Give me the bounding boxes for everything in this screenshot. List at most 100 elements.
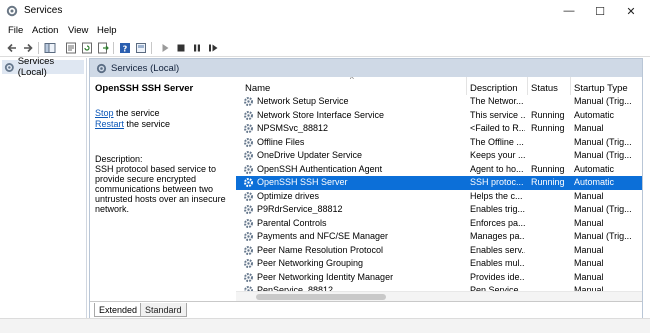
maximize-button[interactable]: ☐	[585, 0, 615, 22]
status-bar	[0, 318, 650, 333]
stop-service-icon[interactable]	[174, 41, 187, 54]
view-icon[interactable]	[134, 41, 147, 54]
cell-description: Keeps your ...	[470, 150, 525, 160]
services-app-icon	[6, 5, 18, 17]
cell-description: Enables trig...	[470, 204, 525, 214]
back-arrow-icon[interactable]	[5, 41, 18, 54]
tree-item-services-local[interactable]: Services (Local)	[2, 56, 84, 78]
menu-help[interactable]: Help	[97, 25, 117, 36]
cell-name: Optimize drives	[257, 190, 320, 201]
service-gear-icon	[244, 272, 253, 282]
stop-service-link[interactable]: Stop	[95, 108, 114, 118]
show-console-tree-icon[interactable]	[43, 41, 56, 54]
cell-description: <Failed to R...	[470, 123, 525, 133]
toolbar-separator	[38, 42, 39, 54]
restart-line: Restart the service	[95, 119, 231, 130]
services-list: ^ Name Description Status Startup Type N…	[236, 77, 642, 291]
export-list-icon[interactable]	[96, 41, 109, 54]
column-divider[interactable]	[466, 77, 467, 95]
cell-startup-type: Manual (Trig...	[574, 150, 632, 160]
cell-description: Manages pa...	[470, 231, 525, 241]
cell-name: Offline Files	[257, 136, 305, 147]
menu-file[interactable]: File	[8, 25, 23, 36]
cell-description: Enables mul...	[470, 258, 525, 268]
service-gear-icon	[244, 218, 253, 228]
table-row[interactable]: Optimize drives Helps the c... Manual	[236, 190, 642, 204]
column-divider[interactable]	[570, 77, 571, 95]
view-tabs: Extended Standard	[90, 301, 642, 318]
table-row[interactable]: NPSMSvc_88812 <Failed to R... Running Manua…	[236, 122, 642, 136]
scrollbar-thumb[interactable]	[256, 294, 386, 300]
forward-arrow-icon[interactable]	[21, 41, 34, 54]
service-gear-icon	[244, 259, 253, 268]
column-divider[interactable]	[527, 77, 528, 95]
cell-description: This service ...	[470, 109, 525, 120]
cell-name: Peer Networking Grouping	[257, 258, 364, 268]
table-row[interactable]: Payments and NFC/SE Manager Manages pa...…	[236, 230, 642, 244]
toolbar: ?	[0, 39, 650, 57]
column-header-row: ^ Name Description Status Startup Type	[236, 77, 642, 95]
table-row[interactable]: Peer Networking Grouping Enables mul... Ma…	[236, 257, 642, 271]
toolbar-separator	[151, 42, 152, 54]
minimize-button[interactable]: —	[554, 0, 584, 22]
cell-name: OpenSSH Authentication Agent	[257, 163, 383, 174]
service-gear-icon	[244, 97, 253, 106]
stop-line: Stop the service	[95, 108, 231, 119]
menu-bar: File Action View Help	[0, 22, 650, 39]
window-title: Services	[24, 5, 63, 16]
help-icon[interactable]: ?	[118, 41, 131, 54]
table-row[interactable]: OneDrive Updater Service Keeps your ... Ma…	[236, 149, 642, 163]
service-gear-icon	[244, 151, 253, 160]
restart-service-link[interactable]: Restart	[95, 119, 124, 129]
table-row[interactable]: Offline Files The Offline ... Manual (Trig…	[236, 136, 642, 150]
table-row[interactable]: P9RdrService_88812 Enables trig... Manual …	[236, 203, 642, 217]
services-main-pane: Services (Local) OpenSSH SSH Server Stop…	[89, 58, 643, 318]
table-row[interactable]: OpenSSH SSH Server SSH protoc... Running Au…	[236, 176, 642, 190]
table-row[interactable]: Network Store Interface Service This serv…	[236, 109, 642, 123]
start-service-icon[interactable]	[158, 41, 171, 54]
horizontal-scrollbar[interactable]	[236, 291, 642, 301]
description-block: Description: SSH protocol based service …	[95, 154, 231, 214]
table-row[interactable]: Parental Controls Enforces pa... Manual	[236, 217, 642, 231]
refresh-icon[interactable]	[80, 41, 93, 54]
svg-text:?: ?	[122, 44, 127, 53]
cell-status: Running	[531, 109, 565, 120]
cell-name: OpenSSH SSH Server	[257, 177, 348, 187]
table-row[interactable]: Peer Networking Identity Manager Provides…	[236, 271, 642, 285]
cell-name: OneDrive Updater Service	[257, 150, 363, 160]
toolbar-separator	[113, 42, 114, 54]
pause-service-icon[interactable]	[190, 41, 203, 54]
table-row[interactable]: Network Setup Service The Networ... Manual…	[236, 95, 642, 109]
table-row[interactable]: OpenSSH Authentication Agent Agent to ho.…	[236, 163, 642, 177]
restart-service-icon[interactable]	[206, 41, 219, 54]
pane-header: Services (Local)	[90, 59, 642, 77]
cell-name: Peer Name Resolution Protocol	[257, 244, 384, 255]
properties-icon[interactable]	[64, 41, 77, 54]
service-gear-icon	[244, 137, 253, 147]
column-header-startup-type[interactable]: Startup Type	[574, 83, 628, 94]
description-label: Description:	[95, 154, 143, 164]
cell-startup-type: Manual	[574, 217, 604, 228]
cell-startup-type: Manual (Trig...	[574, 136, 632, 147]
cell-description: Provides ide...	[470, 271, 525, 282]
table-row[interactable]: Peer Name Resolution Protocol Enables ser…	[236, 244, 642, 258]
cell-startup-type: Manual (Trig...	[574, 96, 632, 106]
service-gear-icon	[244, 245, 253, 255]
cell-startup-type: Automatic	[574, 177, 615, 187]
menu-action[interactable]: Action	[32, 25, 58, 36]
close-button[interactable]: ✕	[616, 0, 646, 22]
cell-name: Peer Networking Identity Manager	[257, 271, 394, 282]
table-row[interactable]: PenService_88812 Pen Service Manual	[236, 284, 642, 291]
column-header-name[interactable]: Name	[245, 83, 270, 94]
column-header-description[interactable]: Description	[470, 83, 518, 94]
service-gear-icon	[244, 124, 253, 133]
tab-standard[interactable]: Standard	[140, 303, 187, 317]
restart-suffix: the service	[124, 119, 171, 129]
service-details-panel: OpenSSH SSH Server Stop the service Rest…	[90, 77, 236, 301]
menu-view[interactable]: View	[68, 25, 88, 36]
service-gear-icon	[244, 178, 253, 187]
tab-extended[interactable]: Extended	[94, 303, 143, 317]
service-gear-icon	[244, 191, 253, 201]
column-header-status[interactable]: Status	[531, 83, 558, 94]
console-tree: Services (Local)	[0, 56, 87, 318]
